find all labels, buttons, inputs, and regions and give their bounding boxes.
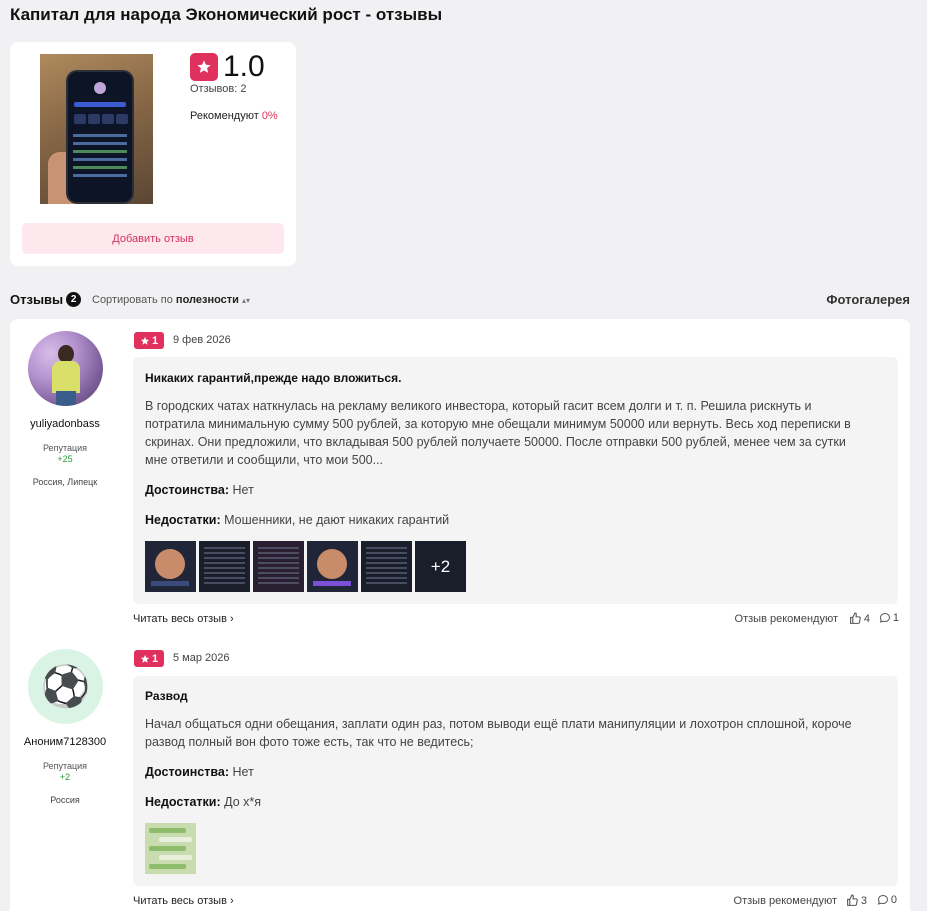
reviews-title: Отзывы <box>10 292 64 307</box>
recommend-line: Рекомендуют 0% <box>190 110 278 122</box>
review-rating-value: 1 <box>151 652 159 665</box>
review-photo-thumb[interactable] <box>307 541 358 592</box>
review-photo-thumb[interactable] <box>145 541 196 592</box>
pros-label: Достоинства: <box>145 483 230 497</box>
review-title[interactable]: Развод <box>145 689 188 703</box>
review-rating-badge: 1 <box>134 650 164 667</box>
pros-value: Нет <box>232 765 254 779</box>
avatar[interactable] <box>28 331 103 406</box>
review-body[interactable]: Никаких гарантий,прежде надо вложиться. … <box>133 357 898 604</box>
star-icon <box>197 60 211 73</box>
star-icon <box>140 654 150 663</box>
review-recommends-label: Отзыв рекомендуют <box>733 895 837 907</box>
thumbs-up-icon <box>849 612 861 624</box>
chevron-right-icon: › <box>230 613 234 625</box>
sort-prefix: Сортировать по <box>92 294 173 306</box>
add-review-button[interactable]: Добавить отзыв <box>22 223 284 254</box>
review-photo-thumb[interactable] <box>145 823 196 874</box>
chevron-right-icon: › <box>230 895 234 907</box>
read-more-label: Читать весь отзыв <box>133 613 227 625</box>
likes-count: 4 <box>863 612 870 625</box>
soccer-ball-icon: ⚽ <box>40 665 91 709</box>
phone-image <box>68 72 132 202</box>
photo-gallery-link[interactable]: Фотогалерея <box>826 292 910 307</box>
thumbs-up-icon <box>846 894 858 906</box>
username[interactable]: yuliyadonbass <box>10 418 120 430</box>
review-date: 5 мар 2026 <box>173 652 230 664</box>
comment-icon <box>879 612 890 623</box>
reviews-count: Отзывов: 2 <box>190 83 247 95</box>
rating-value: 1.0 <box>223 50 265 83</box>
read-more-label: Читать весь отзыв <box>133 895 227 907</box>
pros-label: Достоинства: <box>145 765 230 779</box>
cons-value: До х*я <box>224 795 262 809</box>
likes-count: 3 <box>860 894 867 907</box>
review-photos: +2 <box>145 541 466 592</box>
product-photo[interactable] <box>40 54 153 204</box>
user-location: Россия <box>50 795 80 805</box>
comments-count: 1 <box>892 612 899 624</box>
review-body[interactable]: Развод Начал общаться одни обещания, зап… <box>133 676 898 886</box>
recommend-percent: 0% <box>261 110 278 122</box>
review-cons: Недостатки: До х*я <box>145 795 261 809</box>
comments-button[interactable]: 1 <box>879 612 899 624</box>
review-date: 9 фев 2026 <box>173 334 231 346</box>
reputation-value: +25 <box>57 454 73 464</box>
like-button[interactable]: 3 <box>846 894 867 907</box>
comment-icon <box>877 894 888 905</box>
reputation-label: Репутация <box>42 761 88 771</box>
reputation-label: Репутация <box>42 443 88 453</box>
cons-label: Недостатки: <box>145 513 221 527</box>
like-button[interactable]: 4 <box>849 612 870 625</box>
sort-arrows-icon: ▴▾ <box>242 296 251 305</box>
review-pros: Достоинства: Нет <box>145 765 254 779</box>
comments-count: 0 <box>890 894 897 906</box>
review-photo-thumb[interactable] <box>253 541 304 592</box>
user-location: Россия, Липецк <box>32 477 98 487</box>
review-title[interactable]: Никаких гарантий,прежде надо вложиться. <box>145 371 401 385</box>
reviews-list: yuliyadonbass Репутация +25 Россия, Липе… <box>10 319 910 911</box>
review-photos <box>145 823 196 874</box>
sort-dropdown[interactable]: Сортировать по полезности ▴▾ <box>92 294 250 306</box>
star-icon <box>140 336 150 345</box>
product-card: 1.0 Отзывов: 2 Рекомендуют 0% Добавить о… <box>10 42 296 266</box>
cons-label: Недостатки: <box>145 795 221 809</box>
review-photo-thumb[interactable] <box>361 541 412 592</box>
rating-star-badge <box>190 53 218 81</box>
comments-button[interactable]: 0 <box>877 894 897 906</box>
read-full-review-link[interactable]: Читать весь отзыв › <box>133 895 234 907</box>
more-photos-thumb[interactable]: +2 <box>415 541 466 592</box>
avatar[interactable]: ⚽ <box>28 649 103 724</box>
pros-value: Нет <box>232 483 254 497</box>
cons-value: Мошенники, не дают никаких гарантий <box>224 513 450 527</box>
page-title: Капитал для народа Экономический рост - … <box>10 5 443 24</box>
sort-value: полезности <box>175 294 239 306</box>
review-text: В городских чатах наткнулась на рекламу … <box>145 399 851 467</box>
username[interactable]: Аноним7128300 <box>10 736 120 748</box>
reputation-value: +2 <box>59 772 71 782</box>
reviews-header: Отзывы 2 <box>10 292 82 307</box>
read-full-review-link[interactable]: Читать весь отзыв › <box>133 613 234 625</box>
review-rating-badge: 1 <box>134 332 164 349</box>
review-rating-value: 1 <box>151 334 159 347</box>
recommend-label: Рекомендуют <box>190 110 259 122</box>
reviews-count-pill: 2 <box>66 292 82 307</box>
review-recommends-label: Отзыв рекомендуют <box>734 613 838 625</box>
more-photos-count: +2 <box>430 556 451 576</box>
review-photo-thumb[interactable] <box>199 541 250 592</box>
review-cons: Недостатки: Мошенники, не дают никаких г… <box>145 513 449 527</box>
review-pros: Достоинства: Нет <box>145 483 254 497</box>
review-text: Начал общаться одни обещания, заплати од… <box>145 717 852 749</box>
